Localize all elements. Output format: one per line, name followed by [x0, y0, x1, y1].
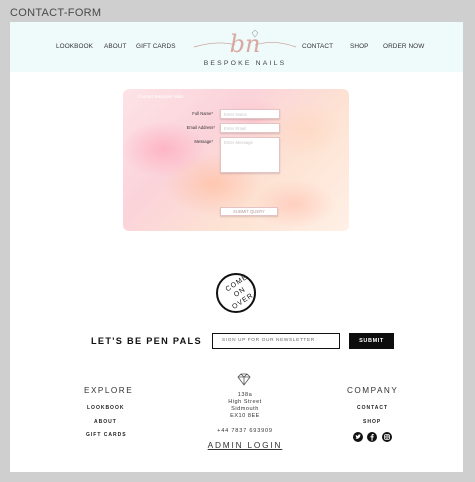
logo-text: BESPOKE NAILS [203, 60, 287, 67]
full-name-field[interactable]: Enter Name [220, 109, 280, 119]
newsletter-submit-button[interactable]: SUBMIT [349, 333, 394, 349]
message-field[interactable]: Enter Message [220, 137, 280, 173]
nav-lookbook[interactable]: LOOKBOOK [56, 43, 93, 50]
admin-login-link[interactable]: ADMIN LOGIN [205, 440, 285, 450]
newsletter-email-input[interactable]: SIGN UP FOR OUR NEWSLETTER [212, 333, 340, 349]
footer-link-shop[interactable]: SHOP [363, 419, 381, 425]
newsletter-heading: LET'S BE PEN PALS [91, 336, 202, 346]
contact-form: Contact Bespoke Nails Full Name* Enter N… [123, 89, 349, 231]
email-field[interactable]: Enter Email [220, 123, 280, 133]
footer-company-heading: COMPANY [347, 386, 399, 395]
nav-shop[interactable]: SHOP [350, 43, 369, 50]
logo-monogram-icon: bn [193, 29, 297, 58]
footer-link-contact[interactable]: CONTACT [357, 405, 388, 411]
twitter-icon[interactable] [353, 432, 363, 442]
footer-link-lookbook[interactable]: LOOKBOOK [87, 405, 124, 411]
submit-query-button[interactable]: SUBMIT QUERY [220, 207, 278, 216]
nav-order-now[interactable]: ORDER NOW [383, 43, 424, 50]
site-header: LOOKBOOK ABOUT GIFT CARDS bn BESPOKE NAI… [10, 22, 463, 72]
address-line-2: High Street [228, 399, 262, 405]
email-label: Email Address* [186, 125, 215, 130]
nav-about[interactable]: ABOUT [104, 43, 127, 50]
address-line-4: EX10 8EE [230, 413, 260, 419]
address-line-3: Sidmouth [231, 406, 259, 412]
page-label: CONTACT-FORM [10, 7, 102, 19]
nav-gift-cards[interactable]: GIFT CARDS [136, 43, 176, 50]
logo[interactable]: bn BESPOKE NAILS [190, 25, 300, 71]
site-frame: LOOKBOOK ABOUT GIFT CARDS bn BESPOKE NAI… [10, 22, 463, 472]
address-line-1: 138a [237, 392, 253, 398]
gem-icon [237, 373, 251, 386]
nav-contact[interactable]: CONTACT [302, 43, 333, 50]
instagram-icon[interactable] [382, 432, 392, 442]
logo-monogram: bn [230, 30, 261, 58]
footer-explore-heading: EXPLORE [84, 386, 134, 395]
contact-form-title: Contact Bespoke Nails [138, 94, 184, 99]
message-label: Message* [194, 139, 213, 144]
come-on-over-badge: COME ON OVER [216, 273, 256, 313]
footer-phone: +44 7837 693909 [217, 428, 273, 434]
footer-link-gift-cards[interactable]: GIFT CARDS [86, 432, 127, 438]
facebook-icon[interactable] [367, 432, 377, 442]
footer-address: 138a High Street Sidmouth EX10 8EE [205, 392, 285, 420]
footer-link-about[interactable]: ABOUT [94, 419, 117, 425]
full-name-label: Full Name* [192, 111, 213, 116]
